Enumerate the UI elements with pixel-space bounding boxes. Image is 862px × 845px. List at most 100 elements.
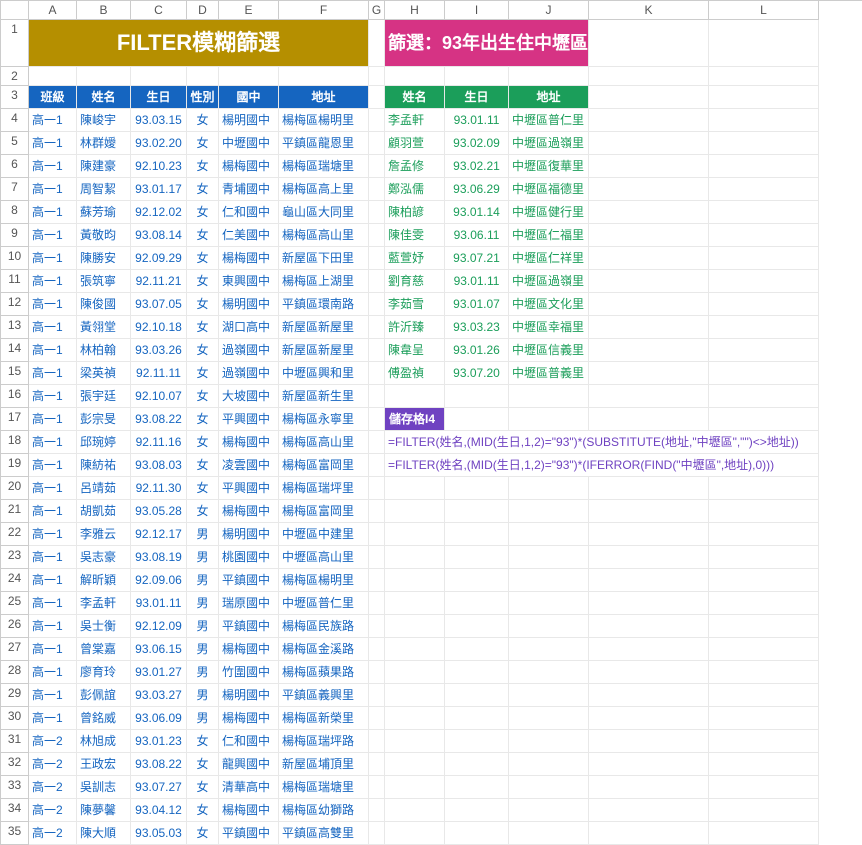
- col-header[interactable]: A: [29, 1, 77, 20]
- left-cell[interactable]: 男: [187, 707, 219, 730]
- left-cell[interactable]: 楊梅區金溪路: [279, 638, 369, 661]
- left-cell[interactable]: 高一1: [29, 224, 77, 247]
- right-cell[interactable]: 93.01.07: [445, 293, 509, 316]
- left-cell[interactable]: 龜山區大同里: [279, 201, 369, 224]
- left-cell[interactable]: 女: [187, 431, 219, 454]
- left-cell[interactable]: 平鎮區高雙里: [279, 822, 369, 845]
- left-cell[interactable]: 中壢區普仁里: [279, 592, 369, 615]
- left-cell[interactable]: 楊梅區富岡里: [279, 454, 369, 477]
- left-cell[interactable]: 女: [187, 155, 219, 178]
- left-cell[interactable]: 男: [187, 684, 219, 707]
- left-cell[interactable]: 女: [187, 500, 219, 523]
- left-cell[interactable]: 高一1: [29, 500, 77, 523]
- left-cell[interactable]: 黃敬昀: [77, 224, 131, 247]
- left-cell[interactable]: 新屋區新生里: [279, 385, 369, 408]
- left-cell[interactable]: 高一1: [29, 592, 77, 615]
- left-cell[interactable]: 93.08.03: [131, 454, 187, 477]
- left-cell[interactable]: 92.10.18: [131, 316, 187, 339]
- row-header[interactable]: 19: [1, 454, 29, 477]
- left-cell[interactable]: 吳志豪: [77, 546, 131, 569]
- row-header[interactable]: 29: [1, 684, 29, 707]
- right-cell[interactable]: 93.01.14: [445, 201, 509, 224]
- row-header[interactable]: 10: [1, 247, 29, 270]
- right-cell[interactable]: 93.06.11: [445, 224, 509, 247]
- left-cell[interactable]: 男: [187, 523, 219, 546]
- left-cell[interactable]: 92.12.09: [131, 615, 187, 638]
- left-cell[interactable]: 楊梅區蘋果路: [279, 661, 369, 684]
- left-cell[interactable]: 高一1: [29, 385, 77, 408]
- left-cell[interactable]: 男: [187, 661, 219, 684]
- left-cell[interactable]: 高一1: [29, 661, 77, 684]
- right-cell[interactable]: 李孟軒: [385, 109, 445, 132]
- left-cell[interactable]: 楊梅區幼獅路: [279, 799, 369, 822]
- row-header[interactable]: 5: [1, 132, 29, 155]
- left-cell[interactable]: 女: [187, 362, 219, 385]
- right-cell[interactable]: 中壢區仁祥里: [509, 247, 589, 270]
- left-cell[interactable]: 女: [187, 201, 219, 224]
- left-cell[interactable]: 楊梅國中: [219, 155, 279, 178]
- left-cell[interactable]: 瑞原國中: [219, 592, 279, 615]
- left-cell[interactable]: 平鎮國中: [219, 615, 279, 638]
- left-cell[interactable]: 楊梅區楊明里: [279, 109, 369, 132]
- left-cell[interactable]: 楊梅區高山里: [279, 224, 369, 247]
- left-cell[interactable]: 92.09.06: [131, 569, 187, 592]
- left-cell[interactable]: 平鎮區義興里: [279, 684, 369, 707]
- left-cell[interactable]: 女: [187, 799, 219, 822]
- col-header[interactable]: L: [709, 1, 819, 20]
- left-cell[interactable]: 女: [187, 178, 219, 201]
- left-cell[interactable]: 楊梅國中: [219, 638, 279, 661]
- left-cell[interactable]: 陳夢馨: [77, 799, 131, 822]
- left-cell[interactable]: 龍興國中: [219, 753, 279, 776]
- right-cell[interactable]: 中壢區幸福里: [509, 316, 589, 339]
- left-cell[interactable]: 93.01.23: [131, 730, 187, 753]
- left-cell[interactable]: 93.01.11: [131, 592, 187, 615]
- left-cell[interactable]: 93.03.26: [131, 339, 187, 362]
- left-cell[interactable]: 竹圍國中: [219, 661, 279, 684]
- right-cell[interactable]: 93.07.21: [445, 247, 509, 270]
- row-header[interactable]: 13: [1, 316, 29, 339]
- right-cell[interactable]: 中壢區文化里: [509, 293, 589, 316]
- left-cell[interactable]: 楊梅區瑞塘里: [279, 155, 369, 178]
- row-header[interactable]: 25: [1, 592, 29, 615]
- left-cell[interactable]: 新屋區新屋里: [279, 339, 369, 362]
- left-cell[interactable]: 湖口高中: [219, 316, 279, 339]
- left-cell[interactable]: 桃園國中: [219, 546, 279, 569]
- left-cell[interactable]: 蘇芳瑜: [77, 201, 131, 224]
- left-cell[interactable]: 邱琬婷: [77, 431, 131, 454]
- row-header[interactable]: 12: [1, 293, 29, 316]
- left-cell[interactable]: 93.07.05: [131, 293, 187, 316]
- left-cell[interactable]: 女: [187, 454, 219, 477]
- left-cell[interactable]: 高一1: [29, 132, 77, 155]
- left-cell[interactable]: 高一1: [29, 316, 77, 339]
- left-cell[interactable]: 高一1: [29, 362, 77, 385]
- left-cell[interactable]: 高一1: [29, 615, 77, 638]
- left-cell[interactable]: 陳勝安: [77, 247, 131, 270]
- right-cell[interactable]: 許沂臻: [385, 316, 445, 339]
- col-header[interactable]: D: [187, 1, 219, 20]
- left-cell[interactable]: 高一1: [29, 569, 77, 592]
- left-cell[interactable]: 張筑寧: [77, 270, 131, 293]
- left-cell[interactable]: 女: [187, 293, 219, 316]
- right-cell[interactable]: 中壢區福德里: [509, 178, 589, 201]
- left-cell[interactable]: 呂靖茹: [77, 477, 131, 500]
- left-cell[interactable]: 92.11.16: [131, 431, 187, 454]
- left-cell[interactable]: 陳紡祐: [77, 454, 131, 477]
- left-cell[interactable]: 高一1: [29, 155, 77, 178]
- left-cell[interactable]: 新屋區新屋里: [279, 316, 369, 339]
- left-cell[interactable]: 黃翎堂: [77, 316, 131, 339]
- left-cell[interactable]: 女: [187, 408, 219, 431]
- left-cell[interactable]: 女: [187, 730, 219, 753]
- left-cell[interactable]: 張宇廷: [77, 385, 131, 408]
- left-cell[interactable]: 高一2: [29, 822, 77, 845]
- left-cell[interactable]: 胡凱茹: [77, 500, 131, 523]
- right-cell[interactable]: 93.01.11: [445, 109, 509, 132]
- left-cell[interactable]: 女: [187, 316, 219, 339]
- left-cell[interactable]: 93.08.22: [131, 408, 187, 431]
- row-header[interactable]: 35: [1, 822, 29, 845]
- left-cell[interactable]: 楊梅區上湖里: [279, 270, 369, 293]
- right-cell[interactable]: 中壢區過嶺里: [509, 132, 589, 155]
- right-cell[interactable]: 93.02.21: [445, 155, 509, 178]
- left-cell[interactable]: 92.10.23: [131, 155, 187, 178]
- left-cell[interactable]: 92.09.29: [131, 247, 187, 270]
- row-header[interactable]: 23: [1, 546, 29, 569]
